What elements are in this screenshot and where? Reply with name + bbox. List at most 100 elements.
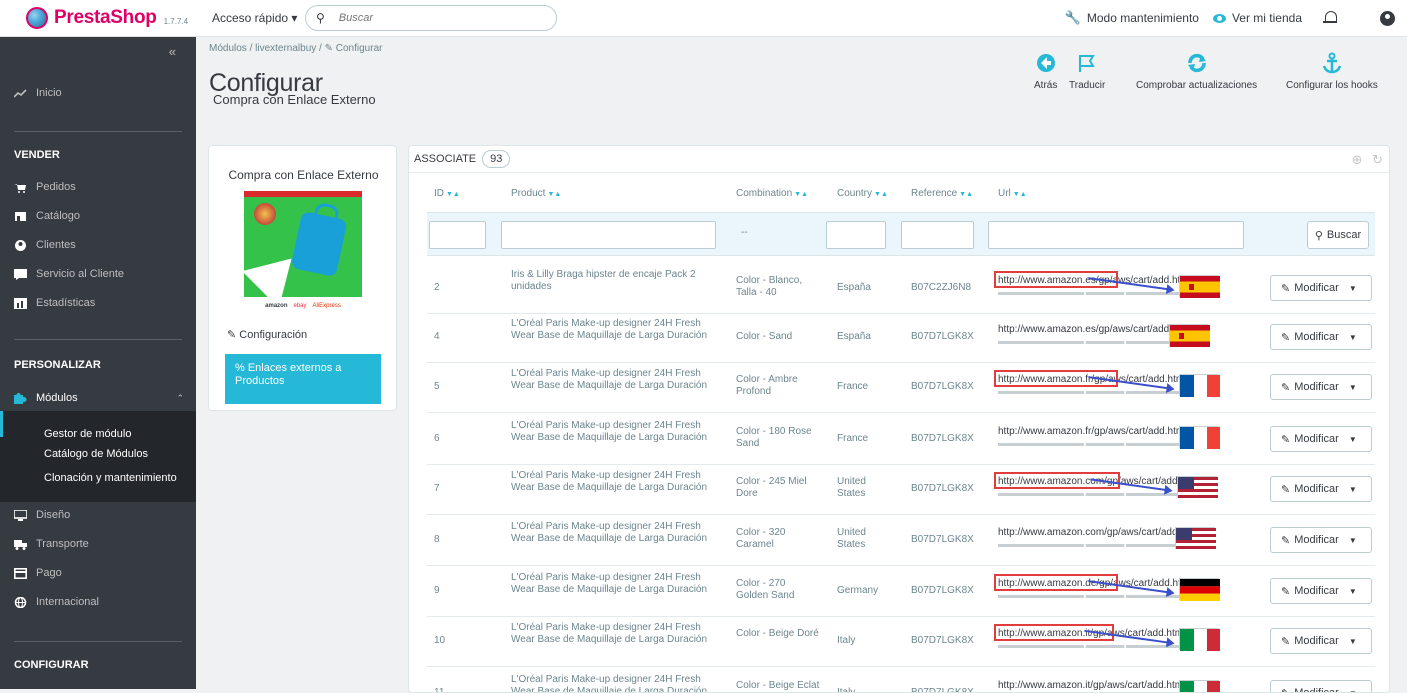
- cell-reference: B07D7LGK8X: [911, 534, 974, 546]
- filter-id-input[interactable]: [429, 221, 486, 249]
- dropdown-caret-icon[interactable]: ▼: [1349, 333, 1357, 342]
- module-config-link[interactable]: ✎ Configuración: [227, 328, 307, 341]
- url-blurred-params: ▬▬▬▬▬▬▬▬▬ ▬▬▬▬ ▬▬▬▬▬▬▬: [998, 590, 1260, 602]
- cell-country: United States: [837, 476, 897, 500]
- panel-header: ASSOCIATE 93 ⊕ ↻: [409, 146, 1390, 173]
- cell-country: France: [837, 381, 897, 393]
- column-header-country[interactable]: Country▼▲: [837, 188, 888, 199]
- sidebar-item-servicio[interactable]: Servicio al Cliente: [0, 266, 196, 282]
- modify-button[interactable]: ✎Modificar▼: [1270, 680, 1372, 693]
- cell-id: 5: [434, 381, 440, 393]
- cell-url[interactable]: http://www.amazon.fr/gp/aws/cart/add.htm…: [998, 426, 1260, 450]
- url-blurred-params: ▬▬▬▬▬▬▬▬▬ ▬▬▬▬ ▬▬▬▬▬▬▬: [998, 640, 1260, 652]
- table-row: 6L'Oréal Paris Make-up designer 24H Fres…: [427, 414, 1375, 465]
- quick-access-dropdown[interactable]: Acceso rápido ▾: [212, 11, 297, 25]
- search-icon[interactable]: ⚲: [316, 11, 325, 25]
- dropdown-caret-icon[interactable]: ▼: [1349, 587, 1357, 596]
- column-header-reference[interactable]: Reference▼▲: [911, 188, 973, 199]
- search-input[interactable]: [339, 12, 509, 24]
- main-content: Módulos / livexternalbuy / ✎ Configurar …: [196, 37, 1407, 689]
- table-row: 10L'Oréal Paris Make-up designer 24H Fre…: [427, 616, 1375, 667]
- dropdown-caret-icon[interactable]: ▼: [1349, 435, 1357, 444]
- store-icon: [14, 211, 27, 222]
- modify-button[interactable]: ✎Modificar▼: [1270, 374, 1372, 400]
- search-box[interactable]: ⚲: [305, 5, 557, 31]
- cell-country: Italy: [837, 635, 897, 647]
- dropdown-caret-icon[interactable]: ▼: [1349, 637, 1357, 646]
- submenu-item-gestor[interactable]: Gestor de módulo: [44, 428, 131, 440]
- sidebar-item-estadisticas[interactable]: Estadísticas: [0, 295, 196, 311]
- sidebar-item-diseno[interactable]: Diseño: [0, 507, 196, 523]
- filter-row: -- ⚲ Buscar: [427, 212, 1375, 256]
- column-header-url[interactable]: Url▼▲: [998, 188, 1027, 199]
- sidebar-item-inicio[interactable]: Inicio: [0, 85, 196, 101]
- sidebar-item-modulos[interactable]: Módulos ⌃: [0, 390, 196, 406]
- cell-reference: B07D7LGK8X: [911, 381, 974, 393]
- section-configurar: CONFIGURAR: [14, 659, 89, 671]
- dropdown-caret-icon[interactable]: ▼: [1349, 485, 1357, 494]
- dropdown-caret-icon[interactable]: ▼: [1349, 689, 1357, 693]
- user-icon: [1380, 11, 1395, 26]
- cell-url[interactable]: http://www.amazon.it/gp/aws/cart/add.htm…: [998, 680, 1260, 693]
- sidebar-item-label: Pago: [36, 567, 62, 579]
- section-vender: VENDER: [14, 149, 60, 161]
- translate-button[interactable]: Traducir: [1069, 50, 1105, 91]
- account-button[interactable]: [1350, 11, 1395, 26]
- sidebar-item-pedidos[interactable]: Pedidos: [0, 179, 196, 195]
- back-button[interactable]: Atrás: [1034, 50, 1057, 91]
- modify-button[interactable]: ✎Modificar▼: [1270, 324, 1372, 350]
- sidebar-item-transporte[interactable]: Transporte: [0, 536, 196, 552]
- filter-combination-select[interactable]: --: [741, 227, 748, 238]
- cell-url[interactable]: http://www.amazon.com/gp/aws/cart/add.ht…: [998, 527, 1260, 551]
- prestashop-logo[interactable]: PrestaShop 1.7.7.4: [26, 7, 188, 29]
- cell-reference: B07C2ZJ6N8: [911, 282, 971, 294]
- flag-us-icon: [1177, 476, 1217, 498]
- collapse-sidebar-button[interactable]: «: [169, 44, 176, 59]
- filter-product-input[interactable]: [501, 221, 716, 249]
- column-header-id[interactable]: ID▼▲: [434, 188, 460, 199]
- submenu-item-clonacion[interactable]: Clonación y mantenimiento: [44, 472, 177, 484]
- sidebar-item-pago[interactable]: Pago: [0, 565, 196, 581]
- filter-reference-input[interactable]: [901, 221, 974, 249]
- modify-button[interactable]: ✎Modificar▼: [1270, 275, 1372, 301]
- configure-hooks-button[interactable]: Configurar los hooks: [1286, 50, 1378, 91]
- notifications-button[interactable]: [1316, 11, 1336, 25]
- modify-button[interactable]: ✎Modificar▼: [1270, 527, 1372, 553]
- dropdown-caret-icon[interactable]: ▼: [1349, 383, 1357, 392]
- sidebar-item-internacional[interactable]: Internacional: [0, 594, 196, 610]
- dropdown-caret-icon[interactable]: ▼: [1349, 284, 1357, 293]
- breadcrumb[interactable]: Módulos / livexternalbuy / ✎ Configurar: [209, 43, 382, 54]
- cell-url[interactable]: http://www.amazon.es/gp/aws/cart/add.htm…: [998, 324, 1260, 348]
- puzzle-icon: [14, 393, 27, 404]
- version-label: 1.7.7.4: [164, 17, 188, 26]
- cell-country: Italy: [837, 687, 897, 693]
- pencil-icon: ✎: [1281, 433, 1290, 446]
- submenu-item-catalogo-modulos[interactable]: Catálogo de Módulos: [44, 448, 148, 460]
- filter-country-input[interactable]: [826, 221, 886, 249]
- chat-icon: [14, 269, 27, 280]
- external-links-button[interactable]: % Enlaces externos a Productos: [225, 354, 381, 404]
- column-header-product[interactable]: Product▼▲: [511, 188, 561, 199]
- url-text: http://www.amazon.fr/gp/aws/cart/add.htm…: [998, 426, 1192, 437]
- cell-id: 7: [434, 483, 440, 495]
- view-store-link[interactable]: Ver mi tienda: [1213, 11, 1302, 25]
- sidebar-item-catalogo[interactable]: Catálogo: [0, 208, 196, 224]
- filter-url-input[interactable]: [988, 221, 1244, 249]
- sidebar-item-clientes[interactable]: Clientes: [0, 237, 196, 253]
- cell-combination: Color - 180 Rose Sand: [736, 426, 820, 450]
- search-filter-button[interactable]: ⚲ Buscar: [1307, 221, 1369, 249]
- modify-button-label: Modificar: [1294, 381, 1339, 393]
- search-button-label: Buscar: [1327, 229, 1361, 241]
- modify-button[interactable]: ✎Modificar▼: [1270, 426, 1372, 452]
- modify-button[interactable]: ✎Modificar▼: [1270, 578, 1372, 604]
- view-store-label: Ver mi tienda: [1232, 11, 1302, 25]
- check-updates-button[interactable]: Comprobar actualizaciones: [1136, 50, 1257, 91]
- modify-button[interactable]: ✎Modificar▼: [1270, 476, 1372, 502]
- cell-reference: B07D7LGK8X: [911, 483, 974, 495]
- dropdown-caret-icon[interactable]: ▼: [1349, 536, 1357, 545]
- refresh-list-icon[interactable]: ↻: [1372, 152, 1383, 167]
- modify-button[interactable]: ✎Modificar▼: [1270, 628, 1372, 654]
- maintenance-link[interactable]: 🔧 Modo mantenimiento: [1065, 10, 1199, 26]
- add-icon[interactable]: ⊕: [1352, 152, 1363, 167]
- column-header-combination[interactable]: Combination▼▲: [736, 188, 808, 199]
